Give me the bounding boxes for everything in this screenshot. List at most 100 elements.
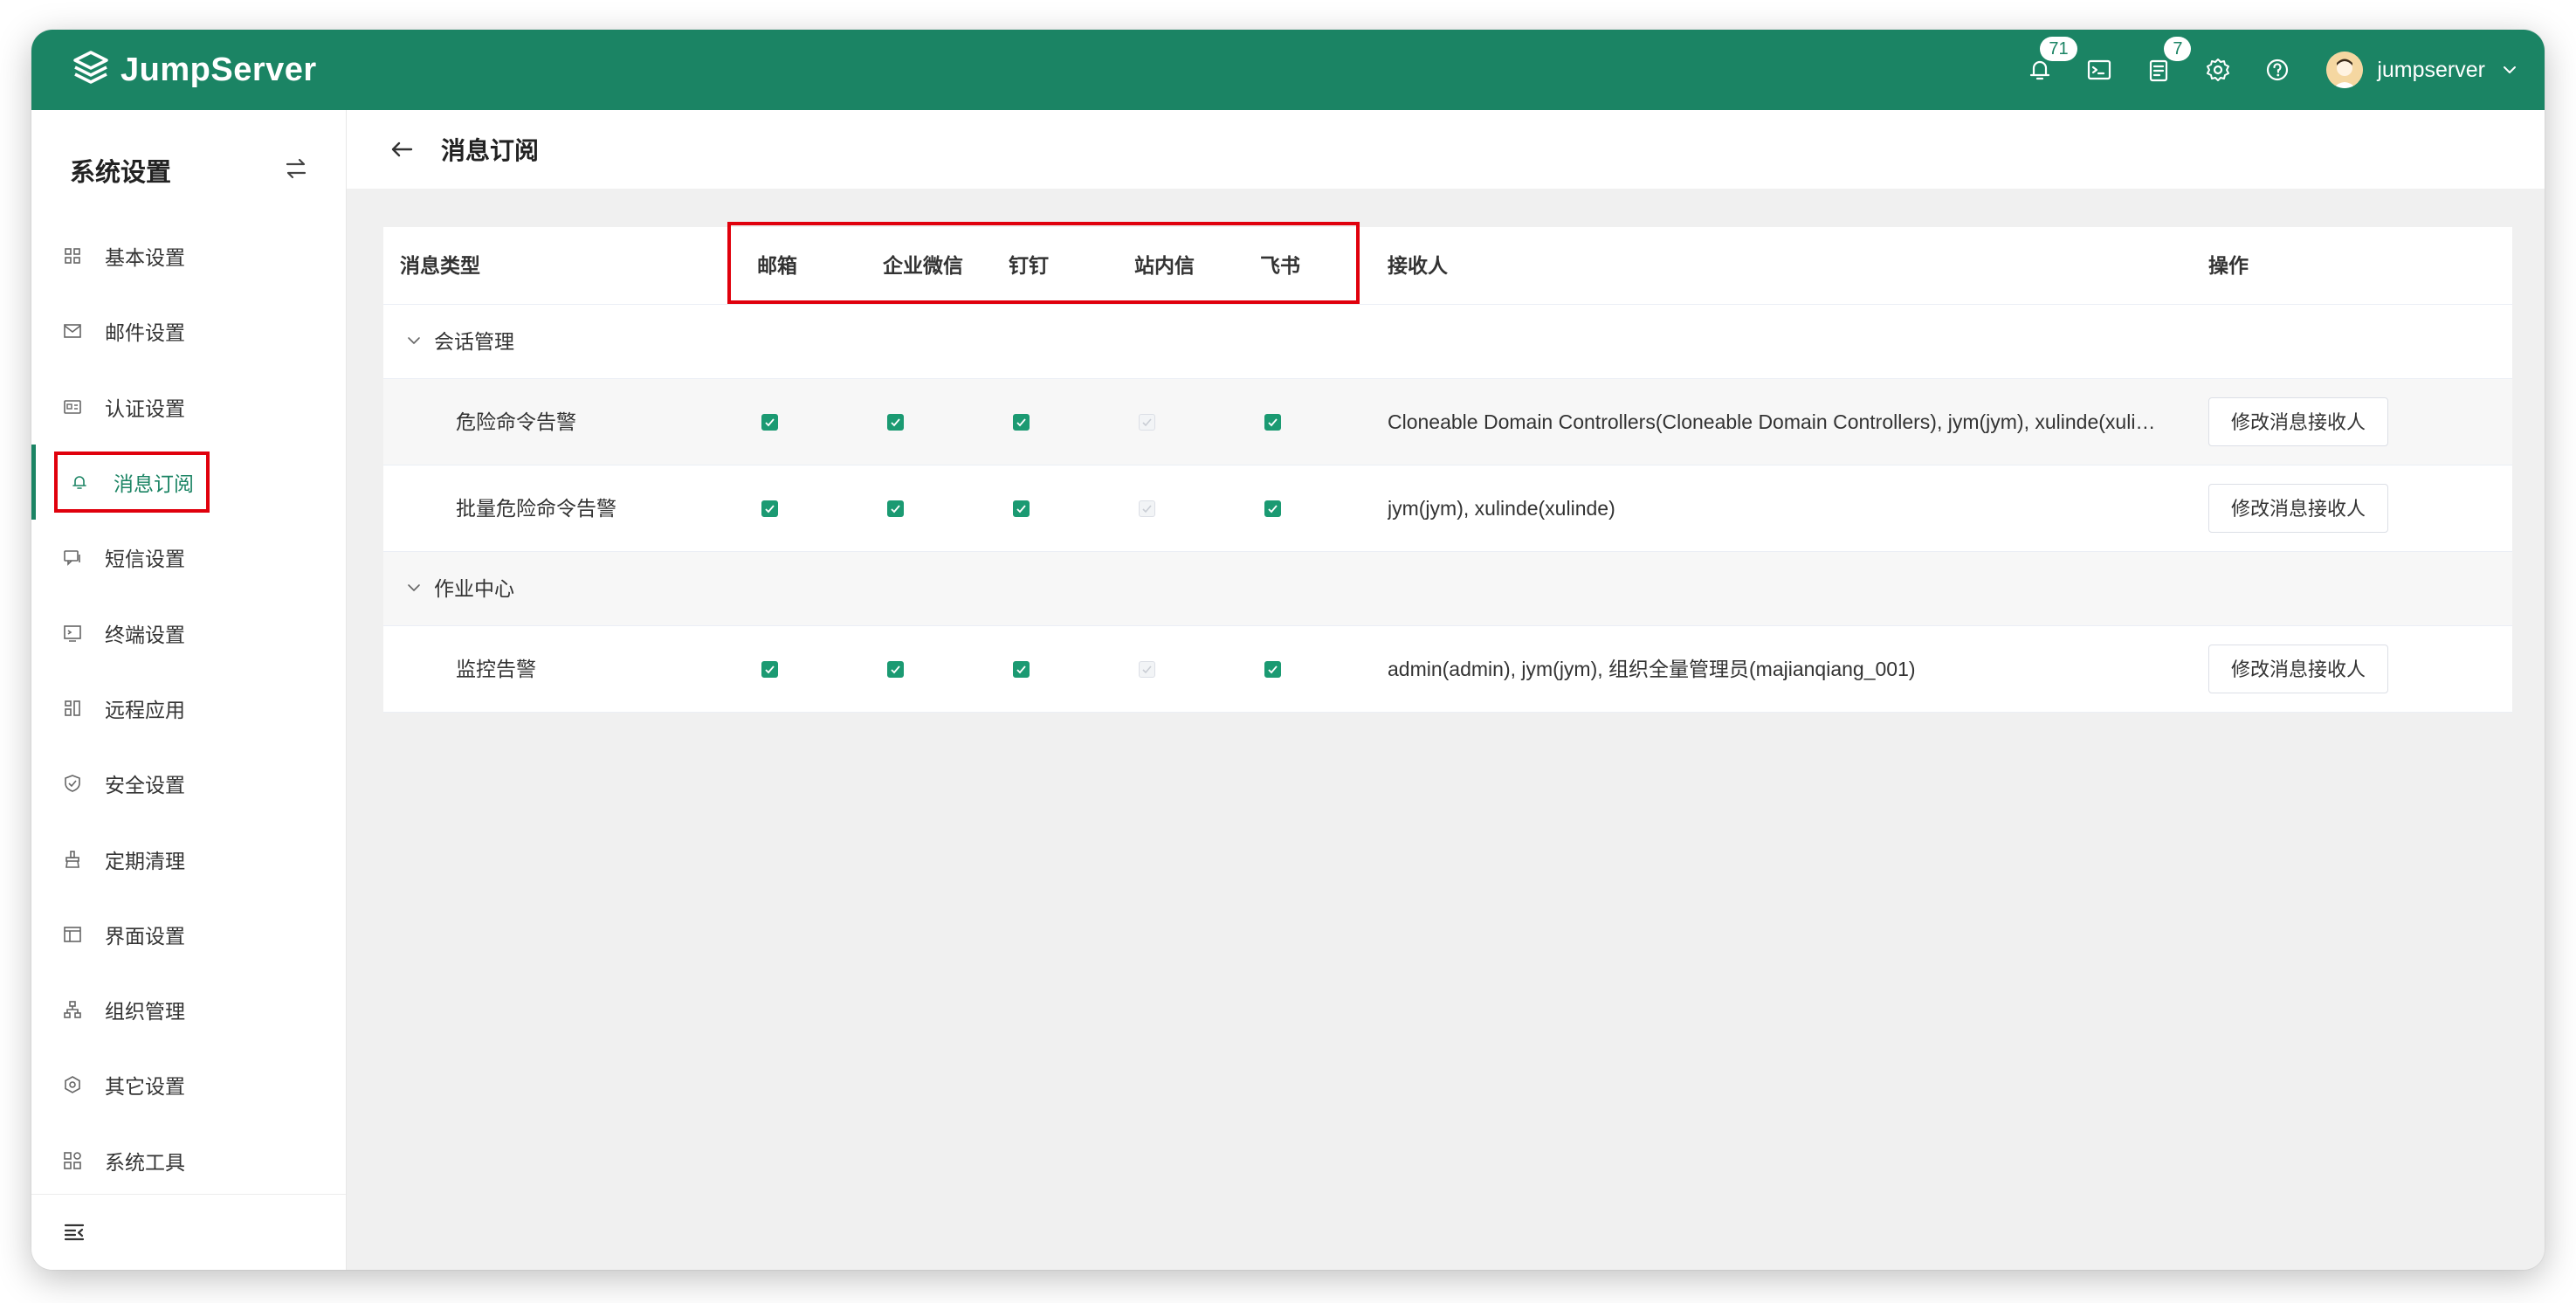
receivers-text: admin(admin), jym(jym), 组织全量管理员(majianqi… (1388, 658, 1916, 680)
group-row-session-management[interactable]: 会话管理 (383, 305, 2512, 379)
settings-button[interactable] (2188, 30, 2248, 110)
site-message-checkbox (1139, 500, 1155, 517)
user-name: jumpserver (2377, 57, 2485, 82)
sidebar-item-label: 远程应用 (105, 698, 185, 721)
dingtalk-checkbox[interactable] (1013, 500, 1030, 517)
logo[interactable]: JumpServer (70, 49, 317, 91)
chevron-down-icon (408, 584, 420, 591)
grid-icon (65, 248, 80, 264)
chevron-down-icon (2504, 66, 2516, 73)
page-header: 消息订阅 (347, 110, 2545, 189)
highlight-box (54, 451, 210, 513)
switch-view-icon[interactable] (283, 155, 309, 182)
sidebar-item-email-settings[interactable]: 邮件设置 (31, 293, 346, 369)
app-window: JumpServer 71 7 jumpserver 系统设置 基本设置 邮件设… (31, 30, 2545, 1270)
message-type-name: 危险命令告警 (456, 410, 576, 433)
feishu-checkbox[interactable] (1264, 661, 1281, 678)
top-bar: JumpServer 71 7 jumpserver (31, 30, 2545, 110)
header-message-type: 消息类型 (400, 254, 480, 277)
sidebar-item-message-subscription[interactable]: 消息订阅 (31, 444, 346, 521)
group-row-job-center[interactable]: 作业中心 (383, 552, 2512, 626)
sidebar-item-remote-apps[interactable]: 远程应用 (31, 671, 346, 746)
message-type-name: 监控告警 (456, 658, 536, 680)
wecom-checkbox[interactable] (887, 661, 904, 678)
feishu-checkbox[interactable] (1264, 414, 1281, 431)
edit-receivers-button[interactable]: 修改消息接收人 (2208, 645, 2388, 693)
sms-icon (64, 550, 80, 567)
sidebar-item-sms-settings[interactable]: 短信设置 (31, 520, 346, 595)
layout-icon (64, 927, 81, 942)
edit-receivers-button[interactable]: 修改消息接收人 (2208, 484, 2388, 533)
apps-icon (65, 700, 80, 716)
sidebar-item-label: 终端设置 (105, 623, 185, 646)
broom-icon (65, 850, 79, 868)
terminal-icon (2088, 59, 2111, 80)
clipboard-icon (2150, 59, 2168, 82)
sidebar-item-label: 界面设置 (105, 924, 185, 948)
tools-icon (64, 1151, 81, 1169)
sidebar-item-label: 短信设置 (105, 548, 185, 571)
sidebar-item-basic-settings[interactable]: 基本设置 (31, 218, 346, 293)
sidebar-item-ui-settings[interactable]: 界面设置 (31, 897, 346, 972)
user-menu[interactable]: jumpserver (2326, 52, 2518, 88)
table-row: 危险命令告警 Cloneable Domain Controllers(Clon… (383, 379, 2512, 465)
shield-icon (65, 775, 80, 793)
sidebar-item-label: 认证设置 (105, 396, 185, 420)
mail-icon (64, 324, 81, 339)
avatar (2326, 52, 2364, 88)
chevron-down-icon (408, 337, 420, 344)
tasks-button[interactable]: 7 (2129, 30, 2192, 110)
sidebar-item-system-tools[interactable]: 系统工具 (31, 1123, 346, 1198)
notifications-button[interactable]: 71 (2010, 30, 2077, 110)
group-label: 会话管理 (434, 330, 514, 353)
sidebar-item-label: 邮件设置 (105, 321, 185, 345)
gear-icon (2207, 59, 2230, 81)
sidebar-item-label: 其它设置 (105, 1075, 185, 1099)
sidebar-title: 系统设置 (70, 159, 172, 187)
id-card-icon (64, 399, 81, 414)
sidebar-item-label: 安全设置 (105, 774, 185, 797)
collapse-menu-icon[interactable] (63, 1221, 86, 1244)
tasks-badge: 7 (2164, 37, 2192, 61)
sidebar-item-other-settings[interactable]: 其它设置 (31, 1047, 346, 1122)
site-message-checkbox (1139, 661, 1155, 678)
sidebar-item-label: 组织管理 (105, 1000, 185, 1024)
highlight-box (727, 222, 1360, 304)
sidebar-item-terminal-settings[interactable]: 终端设置 (31, 595, 346, 670)
subscription-table: 消息类型 邮箱 企业微信 钉钉 站内信 飞书 接收人 操作 会话管理 危险命令告… (383, 222, 2512, 713)
page-title: 消息订阅 (441, 137, 540, 164)
sidebar: 系统设置 基本设置 邮件设置 认证设置 消息订阅 短信设置 终端设置 远程应用 … (31, 110, 347, 1270)
site-message-checkbox (1139, 414, 1155, 431)
receivers-text: Cloneable Domain Controllers(Cloneable D… (1388, 410, 2156, 433)
receivers-text: jym(jym), xulinde(xulinde) (1388, 497, 1615, 520)
arrow-left-icon[interactable] (389, 136, 415, 162)
wecom-checkbox[interactable] (887, 414, 904, 431)
edit-receivers-button[interactable]: 修改消息接收人 (2208, 397, 2388, 446)
dingtalk-checkbox[interactable] (1013, 661, 1030, 678)
email-checkbox[interactable] (761, 661, 778, 678)
sidebar-menu: 基本设置 邮件设置 认证设置 消息订阅 短信设置 终端设置 远程应用 安全设置 … (31, 218, 346, 1198)
sidebar-item-org-management[interactable]: 组织管理 (31, 972, 346, 1047)
terminal-icon (64, 624, 81, 642)
email-checkbox[interactable] (761, 500, 778, 517)
group-label: 作业中心 (434, 577, 514, 600)
email-checkbox[interactable] (761, 414, 778, 431)
sidebar-item-label: 基本设置 (105, 246, 185, 270)
jumpserver-logo-icon (73, 51, 108, 84)
web-terminal-button[interactable] (2070, 30, 2129, 110)
feishu-checkbox[interactable] (1264, 500, 1281, 517)
sidebar-collapse-bar (31, 1194, 346, 1270)
table-header: 消息类型 邮箱 企业微信 钉钉 站内信 飞书 接收人 操作 (383, 222, 2512, 305)
message-type-name: 批量危险命令告警 (456, 497, 616, 520)
sidebar-item-security-settings[interactable]: 安全设置 (31, 746, 346, 821)
org-icon (64, 1001, 81, 1018)
table-row: 批量危险命令告警 jym(jym), xulinde(xulinde) 修改消息… (383, 465, 2512, 552)
sidebar-item-auth-settings[interactable]: 认证设置 (31, 369, 346, 445)
table-row: 监控告警 admin(admin), jym(jym), 组织全量管理员(maj… (383, 626, 2512, 713)
dingtalk-checkbox[interactable] (1013, 414, 1030, 431)
sidebar-item-periodic-cleanup[interactable]: 定期清理 (31, 821, 346, 896)
hexagon-gear-icon (65, 1076, 80, 1094)
header-actions: 操作 (2208, 254, 2249, 277)
help-button[interactable] (2248, 30, 2307, 110)
wecom-checkbox[interactable] (887, 500, 904, 517)
